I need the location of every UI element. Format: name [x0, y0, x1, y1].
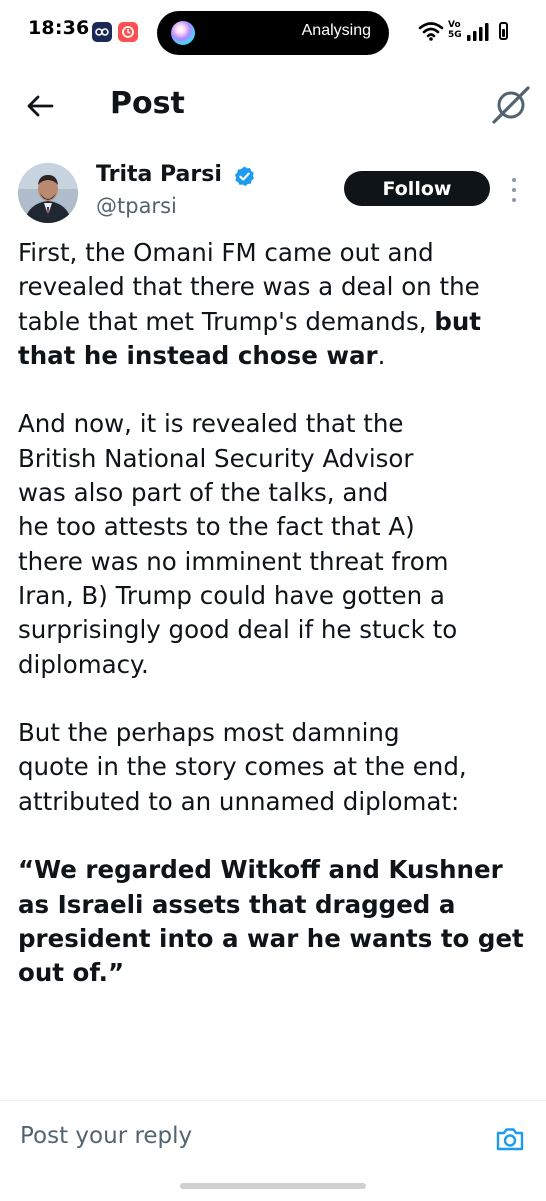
- post-text-run: he too attests to the fact that A): [18, 512, 415, 542]
- post-line: he too attests to the fact that A): [18, 510, 534, 544]
- volte-icon: Vo 5G: [448, 20, 462, 40]
- post-line: But the perhaps most damning: [18, 716, 534, 750]
- network-label: 5G: [448, 30, 462, 40]
- camera-icon: [496, 1128, 524, 1151]
- post-line: that he instead chose war.: [18, 339, 534, 373]
- network-label: Vo: [448, 20, 461, 30]
- app-notification-icon: [92, 22, 112, 42]
- post-text-run: But the perhaps most damning: [18, 718, 400, 748]
- post-text-bold: “We regarded Witkoff and Kushner: [18, 855, 503, 885]
- camera-button[interactable]: [494, 1123, 526, 1155]
- post-paragraph: First, the Omani FM came out and revealed…: [18, 236, 534, 373]
- post-text-run: surprisingly good deal if he stuck to: [18, 615, 458, 645]
- post-line: table that met Trump's demands, but: [18, 305, 534, 339]
- post-line: diplomacy.: [18, 648, 534, 682]
- status-time: 18:36: [28, 17, 90, 39]
- signal-icon: [467, 23, 489, 41]
- post-text-run: First, the Omani FM came out and: [18, 238, 434, 267]
- reply-input[interactable]: Post your reply: [20, 1123, 192, 1149]
- battery-icon: [499, 22, 508, 40]
- post-text: First, the Omani FM came out and revealed…: [18, 236, 534, 991]
- post-line: First, the Omani FM came out and: [18, 236, 534, 270]
- siri-icon: [171, 21, 195, 45]
- app-notification-icon: [118, 22, 138, 42]
- grok-icon: [492, 86, 530, 124]
- post-paragraph: And now, it is revealed that the British …: [18, 407, 534, 681]
- post-line: as Israeli assets that dragged a: [18, 888, 534, 922]
- page-title: Post: [110, 86, 185, 121]
- post-text-run: And now, it is revealed that the: [18, 409, 404, 439]
- arrow-left-icon: [27, 95, 54, 117]
- post-text-bold: out of.”: [18, 958, 125, 988]
- wifi-icon: [418, 22, 444, 41]
- status-icons: Vo 5G: [418, 20, 516, 44]
- follow-button[interactable]: Follow: [344, 171, 490, 206]
- post-text-run: Iran, B) Trump could have gotten a: [18, 580, 445, 610]
- post-text-run: revealed that there was a deal on the: [18, 272, 480, 302]
- dynamic-island[interactable]: Analysing: [157, 11, 389, 55]
- back-button[interactable]: [20, 84, 64, 128]
- header: Post: [0, 64, 546, 146]
- post-line: quote in the story comes at the end,: [18, 750, 534, 784]
- post-text-bold: that he instead chose war: [18, 340, 378, 370]
- more-options-icon[interactable]: [506, 176, 522, 204]
- post-line: British National Security Advisor: [18, 442, 534, 476]
- post-text-run: attributed to an unnamed diplomat:: [18, 786, 460, 816]
- post-text-run: there was no imminent threat from: [18, 546, 449, 576]
- post-paragraph: “We regarded Witkoff and Kushner as Israe…: [18, 853, 534, 990]
- post-line: there was no imminent threat from: [18, 545, 534, 579]
- author-name[interactable]: Trita Parsi: [96, 162, 222, 187]
- grok-button[interactable]: [488, 82, 534, 128]
- post-line: attributed to an unnamed diplomat:: [18, 785, 534, 819]
- post-line: was also part of the talks, and: [18, 476, 534, 510]
- post-text-run: table that met Trump's demands,: [18, 306, 435, 336]
- post-text-run: was also part of the talks, and: [18, 478, 389, 508]
- author-handle[interactable]: @tparsi: [96, 194, 177, 218]
- home-indicator[interactable]: [180, 1183, 366, 1189]
- avatar[interactable]: [18, 163, 78, 223]
- post-line: Iran, B) Trump could have gotten a: [18, 579, 534, 613]
- post-text-bold: but: [434, 306, 482, 336]
- post-text-bold: president into a war he wants to get: [18, 923, 524, 953]
- post-line: And now, it is revealed that the: [18, 407, 534, 441]
- post-text-run: quote in the story comes at the end,: [18, 752, 467, 782]
- post-line: revealed that there was a deal on the: [18, 270, 534, 304]
- post-line: “We regarded Witkoff and Kushner: [18, 853, 534, 887]
- post-text-bold: as Israeli assets that dragged a: [18, 889, 456, 919]
- reply-bar: Post your reply: [0, 1100, 546, 1201]
- post-paragraph: But the perhaps most damning quote in the…: [18, 716, 534, 819]
- post-text-run: .: [377, 340, 386, 370]
- post-line: surprisingly good deal if he stuck to: [18, 613, 534, 647]
- post-line: out of.”: [18, 956, 534, 990]
- status-bar: 18:36 Analysing Vo 5G: [0, 0, 546, 64]
- post-text-run: British National Security Advisor: [18, 443, 414, 473]
- verified-badge-icon: [235, 166, 254, 186]
- post-line: president into a war he wants to get: [18, 922, 534, 956]
- author-row: Trita Parsi @tparsi Follow: [0, 146, 546, 236]
- post-text-run: diplomacy.: [18, 649, 149, 679]
- activity-text: Analysing: [301, 22, 371, 39]
